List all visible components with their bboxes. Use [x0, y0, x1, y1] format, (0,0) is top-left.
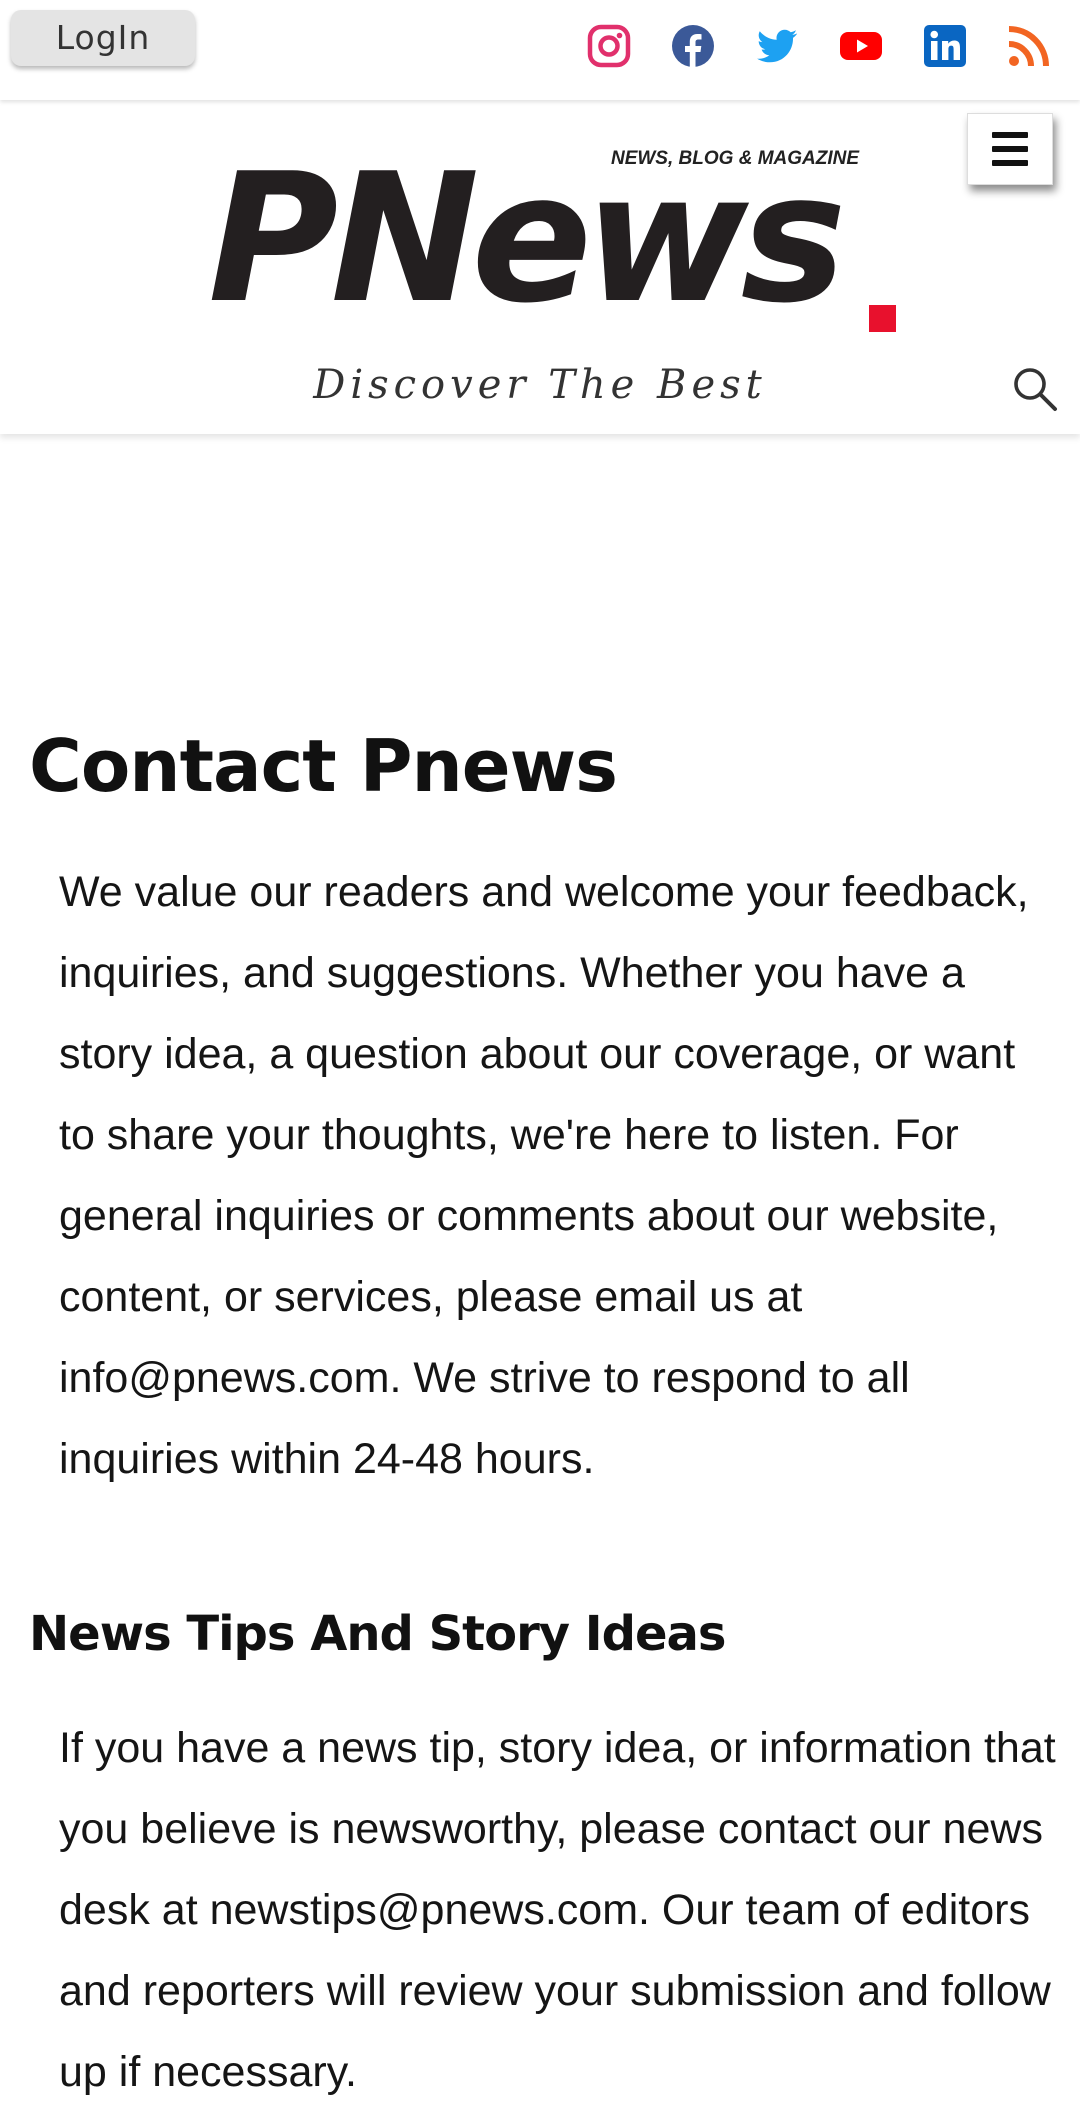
page-title: Contact Pnews	[29, 724, 618, 808]
brand-name: PNews	[208, 135, 847, 342]
twitter-icon[interactable]	[753, 22, 801, 70]
instagram-icon[interactable]	[585, 22, 633, 70]
hamburger-icon-bar	[992, 160, 1028, 166]
search-button[interactable]	[1010, 364, 1060, 414]
site-logo[interactable]: PNews	[200, 140, 920, 360]
hamburger-icon	[992, 132, 1028, 138]
section-paragraph: If you have a news tip, story idea, or i…	[59, 1724, 1056, 2096]
brand-dot	[869, 305, 896, 332]
site-header: NEWS, BLOG & MAGAZINE PNews Discover The…	[0, 100, 1080, 434]
rss-icon[interactable]	[1005, 22, 1053, 70]
facebook-icon[interactable]	[669, 22, 717, 70]
search-icon	[1014, 368, 1057, 411]
youtube-icon[interactable]	[837, 22, 885, 70]
hamburger-icon-bar	[992, 146, 1028, 152]
login-button[interactable]: LogIn	[11, 10, 195, 66]
intro-paragraph: We value our readers and welcome your fe…	[59, 868, 1029, 1483]
top-bar: LogIn	[0, 0, 1080, 100]
linkedin-icon[interactable]	[921, 22, 969, 70]
site-slogan: Discover The Best	[313, 362, 767, 408]
section-title: News Tips And Story Ideas	[29, 1606, 726, 1662]
hamburger-menu-button[interactable]	[967, 113, 1053, 185]
